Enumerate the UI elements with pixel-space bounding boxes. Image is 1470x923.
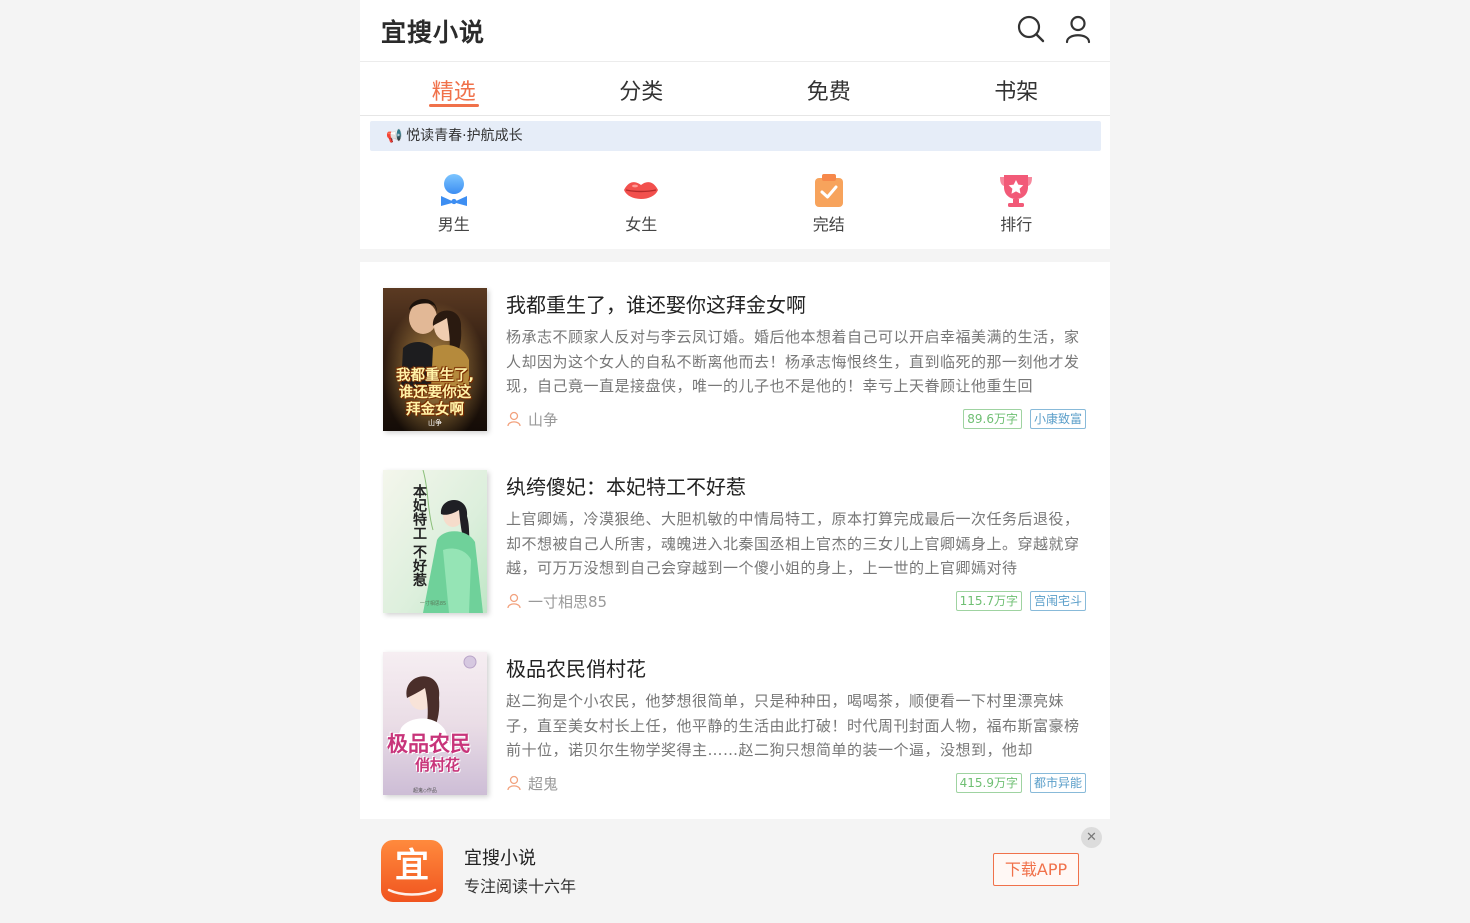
book-title[interactable]: 纨绔傻妃：本妃特工不好惹: [506, 471, 746, 500]
book-tags: 115.7万字 宫闱宅斗: [955, 591, 1086, 611]
cover-title-line: 极品农民: [387, 731, 471, 756]
speaker-icon: 📢: [386, 129, 403, 144]
tab-featured[interactable]: 精选: [360, 62, 548, 115]
author-name: 一寸相思85: [528, 592, 608, 611]
word-count-tag: 115.7万字: [955, 591, 1022, 611]
book-title[interactable]: 极品农民俏村花: [506, 653, 646, 682]
download-app-bar: 宜 宜搜小说 专注阅读十六年 下载APP ✕: [360, 819, 1110, 923]
cover-title-line: 不好惹: [411, 544, 427, 587]
app-icon-glyph: 宜: [395, 846, 429, 886]
app-root: 宜搜小说 精选 分类 免费 书架 📢 悦读青春·护航成长 男生 女生 完结 排行…: [360, 0, 1110, 923]
download-app-button[interactable]: 下载APP: [993, 853, 1079, 886]
category-female-label: 女生: [625, 215, 658, 234]
tab-free[interactable]: 免费: [735, 62, 923, 115]
list-item[interactable]: 超鬼◇作品 极品农民 俏村花 极品农民俏村花 赵二狗是个小农民，他梦想很简单，只…: [383, 652, 1088, 796]
author-icon: [507, 593, 521, 609]
category-finished-label: 完结: [812, 215, 845, 234]
category-shortcuts: 男生 女生 完结 排行: [360, 168, 1110, 246]
category-ranking-label: 排行: [1000, 215, 1033, 234]
user-icon[interactable]: [1063, 14, 1093, 44]
cover-title-line: 本妃特工: [411, 484, 427, 540]
cover-author: 山争: [428, 419, 442, 427]
notice-banner[interactable]: 📢 悦读青春·护航成长: [370, 121, 1101, 151]
author-icon: [507, 411, 521, 427]
cover-title-line: 我都重生了,: [395, 368, 474, 384]
category-male[interactable]: 男生: [360, 168, 548, 246]
list-item[interactable]: 一寸相思85 本妃特工 不好惹 纨绔傻妃：本妃特工不好惹 上官卿嫣，冷漠狠绝、大…: [383, 470, 1088, 614]
author-name: 山争: [528, 410, 559, 429]
app-title: 宜搜小说: [381, 18, 486, 47]
close-icon[interactable]: ✕: [1081, 827, 1102, 848]
cover-title-text: 本妃特工 不好惹: [389, 484, 427, 587]
male-icon: [440, 174, 467, 206]
book-description: 杨承志不顾家人反对与李云凤订婚。婚后他本想着自己可以开启幸福美满的生活，家人却因…: [506, 328, 1080, 395]
book-author: 超鬼: [506, 773, 558, 793]
active-tab-underline: [428, 104, 479, 107]
author-name: 超鬼: [528, 774, 559, 793]
yisou-app-icon: 宜: [381, 840, 443, 902]
book-author: 一寸相思85: [506, 591, 607, 611]
book-list: 我都重生了, 谁还要你这 拜金女啊 山争 我都重生了，谁还娶你这拜金女啊 杨承志…: [360, 262, 1110, 819]
tab-category-label: 分类: [619, 80, 664, 105]
category-female[interactable]: 女生: [548, 168, 736, 246]
tab-featured-label: 精选: [431, 80, 476, 105]
notice-text: 悦读青春·护航成长: [406, 128, 523, 144]
checklist-icon: [814, 174, 843, 207]
category-finished[interactable]: 完结: [735, 168, 923, 246]
book-cover[interactable]: 超鬼◇作品 极品农民 俏村花: [383, 652, 487, 795]
tab-category[interactable]: 分类: [548, 62, 736, 115]
book-description: 赵二狗是个小农民，他梦想很简单，只是种种田，喝喝茶，顺便看一下村里漂亮妹子，直至…: [506, 692, 1080, 759]
tab-free-label: 免费: [806, 80, 851, 105]
genre-tag[interactable]: 都市异能: [1029, 773, 1086, 793]
header: 宜搜小说: [360, 0, 1110, 62]
book-tags: 415.9万字 都市异能: [955, 773, 1086, 793]
word-count-tag: 415.9万字: [955, 773, 1022, 793]
category-male-label: 男生: [437, 215, 470, 234]
main-tabs: 精选 分类 免费 书架: [360, 62, 1110, 116]
svg-text:超鬼◇作品: 超鬼◇作品: [413, 787, 437, 794]
book-author: 山争: [506, 409, 558, 429]
cover-title-line: 俏村花: [415, 756, 461, 774]
search-icon[interactable]: [1016, 14, 1046, 44]
tab-bookshelf-label: 书架: [994, 80, 1039, 105]
book-cover[interactable]: 一寸相思85 本妃特工 不好惹: [383, 470, 487, 613]
list-item[interactable]: 我都重生了, 谁还要你这 拜金女啊 山争 我都重生了，谁还娶你这拜金女啊 杨承志…: [383, 288, 1088, 432]
cover-title-line: 拜金女啊: [406, 402, 464, 418]
category-ranking[interactable]: 排行: [923, 168, 1111, 246]
svg-text:一寸相思85: 一寸相思85: [420, 600, 446, 607]
book-title[interactable]: 我都重生了，谁还娶你这拜金女啊: [506, 289, 806, 318]
genre-tag[interactable]: 宫闱宅斗: [1029, 591, 1086, 611]
book-description: 上官卿嫣，冷漠狠绝、大胆机敏的中情局特工，原本打算完成最后一次任务后退役，却不想…: [506, 510, 1080, 577]
cover-title-text: 极品农民 俏村花: [387, 731, 483, 775]
tab-bookshelf[interactable]: 书架: [923, 62, 1111, 115]
book-tags: 89.6万字 小康致富: [963, 409, 1086, 429]
book-cover[interactable]: 我都重生了, 谁还要你这 拜金女啊 山争: [383, 288, 487, 431]
trophy-icon: [1000, 175, 1033, 207]
genre-tag[interactable]: 小康致富: [1029, 409, 1086, 429]
top-panel: 📢 悦读青春·护航成长 男生 女生 完结 排行: [360, 116, 1110, 249]
download-app-slogan: 专注阅读十六年: [464, 877, 577, 896]
author-icon: [507, 775, 521, 791]
cover-title-text: 我都重生了, 谁还要你这 拜金女啊: [389, 368, 481, 419]
cover-title-line: 谁还要你这: [398, 385, 472, 401]
download-app-name: 宜搜小说: [464, 848, 536, 869]
lips-icon: [624, 182, 659, 199]
word-count-tag: 89.6万字: [963, 409, 1022, 429]
